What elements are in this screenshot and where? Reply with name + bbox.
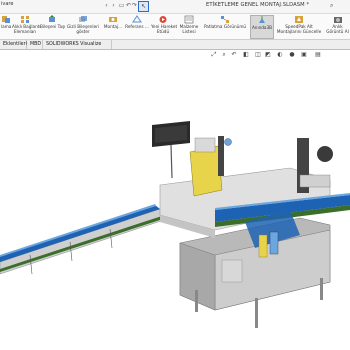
exploded-view-icon: [221, 16, 229, 23]
document-title: ETİKETLEME GENEL MONTAJ.SLDASM *: [206, 2, 310, 8]
ribbon-button-9[interactable]: Anında3B: [250, 15, 274, 39]
tab-add-ins[interactable]: Eklentileri: [0, 40, 27, 49]
ribbon-button-6[interactable]: Yeni Hareket Etüdü: [151, 15, 177, 34]
ribbon-button-4[interactable]: Montaj...: [102, 15, 124, 29]
instant3d-icon: [259, 16, 265, 23]
ribbon-label-1b: Elemanları: [13, 29, 37, 34]
ribbon-label-10b: Montajlarını Güncelle: [276, 29, 322, 34]
ribbon-toolbar: lama Alıklı Bağlantı Elemanları Bileşeni…: [0, 14, 350, 40]
tab-mbd[interactable]: MBD: [27, 40, 43, 49]
ribbon-label-0: lama: [1, 24, 12, 29]
ribbon-button-2[interactable]: Bileşeni Taşı: [40, 15, 66, 29]
snapshot-icon: [333, 17, 342, 23]
ribbon-label-8: Patlatma Görünümü: [203, 24, 247, 29]
motion-study-icon: [159, 16, 167, 23]
app-name-text: ivare: [1, 1, 14, 7]
reference-geometry-icon: [132, 15, 142, 23]
show-hidden-icon: [79, 16, 87, 22]
speedpak-icon: [295, 16, 303, 23]
print-icon[interactable]: ▭: [118, 2, 125, 9]
ribbon-label-4: Montaj...: [103, 24, 123, 29]
arrow-left-icon[interactable]: ‹: [103, 2, 110, 9]
move-component-icon: [49, 15, 55, 22]
search-icon[interactable]: ⌕: [330, 2, 333, 10]
command-manager-tabs: Eklentileri MBD SOLIDWORKS Visualize: [0, 40, 350, 50]
ribbon-label-5: Referans ...: [125, 24, 149, 29]
ribbon-button-11[interactable]: Anlık Görüntü Al: [325, 15, 350, 34]
control-panel-screen[interactable]: [152, 121, 190, 179]
ribbon-button-3[interactable]: Gizli Bileşenleri göster: [66, 15, 100, 34]
tab-solidworks-visualize[interactable]: SOLIDWORKS Visualize: [43, 40, 112, 49]
bill-of-materials-icon: [184, 15, 194, 24]
graphics-area[interactable]: [0, 50, 350, 350]
ribbon-label-7b: Listesi: [182, 29, 196, 34]
title-bar: ivare ‹ › ▭ ↶ ↷ ↖ ETİKETLEME GENEL MONTA…: [0, 0, 350, 14]
ribbon-label-3b: göster: [76, 29, 90, 34]
ribbon-button-10[interactable]: SpeedPak Alt Montajlarını Güncelle: [276, 15, 322, 34]
ribbon-button-1[interactable]: Alıklı Bağlantı Elemanları: [12, 15, 41, 34]
conveyor-left[interactable]: [0, 204, 171, 275]
ribbon-button-0[interactable]: lama: [1, 15, 11, 29]
ribbon-label-2: Bileşeni Taşı: [40, 24, 66, 29]
ribbon-label-11b: Görüntü Al: [326, 29, 349, 34]
ribbon-button-7[interactable]: Malzeme Listesi: [178, 15, 200, 34]
ribbon-label-9: Anında3B: [251, 25, 273, 30]
linear-pattern-icon: [21, 16, 29, 23]
ribbon-button-5[interactable]: Referans ...: [125, 15, 149, 29]
mate-icon: [2, 16, 10, 23]
redo-icon[interactable]: ↷: [131, 2, 138, 9]
assembly-feature-icon: [109, 17, 117, 22]
ribbon-label-6b: Etüdü: [156, 29, 170, 34]
select-tool-icon[interactable]: ↖: [138, 1, 149, 12]
ribbon-button-8[interactable]: Patlatma Görünümü: [203, 15, 247, 29]
arrow-right-icon[interactable]: ›: [110, 2, 117, 9]
